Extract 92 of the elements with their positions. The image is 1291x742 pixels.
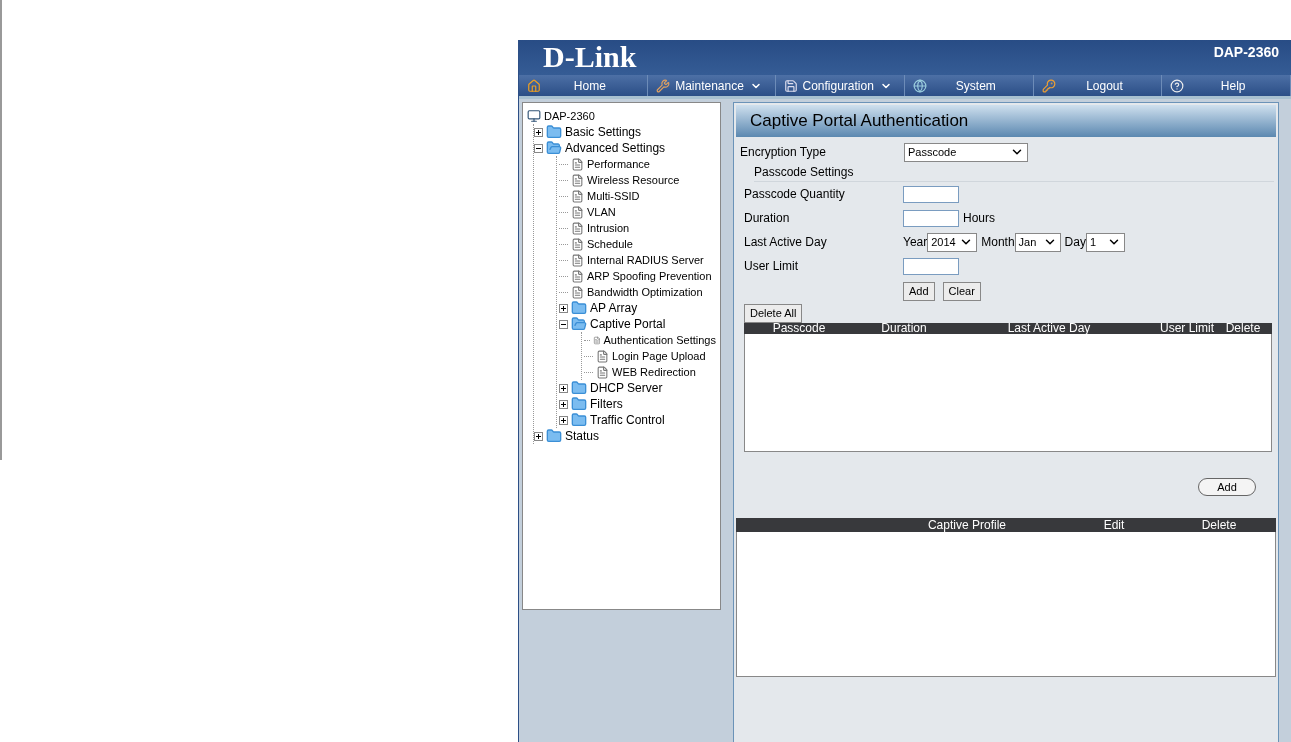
column-header: Delete [1224, 323, 1262, 334]
month-select[interactable]: Jan [1014, 232, 1061, 252]
column-header: Edit [1102, 517, 1126, 534]
folder-icon [571, 300, 587, 316]
page-icon [571, 205, 584, 219]
field-label: Duration [744, 210, 791, 227]
form-button[interactable]: Clear [942, 281, 981, 301]
nav-menu-item[interactable]: Home [519, 75, 648, 96]
tree-item[interactable]: Advanced Settings [565, 139, 666, 157]
tree-item[interactable]: VLAN [587, 203, 616, 221]
folder-icon [546, 428, 562, 444]
model-name: DAP-2360 [1213, 43, 1279, 62]
computer-icon [527, 109, 541, 123]
nav-menu-item[interactable]: Configuration [776, 75, 905, 96]
expand-toggle[interactable] [559, 399, 568, 409]
folder-icon [571, 380, 587, 396]
collapse-toggle[interactable] [534, 143, 543, 153]
page-icon [571, 173, 584, 187]
expand-toggle[interactable] [559, 383, 568, 393]
tree-item[interactable]: Wireless Resource [587, 171, 680, 189]
tree-item[interactable]: Login Page Upload [612, 347, 706, 365]
page-icon [596, 349, 609, 363]
tree-item[interactable]: Multi-SSID [587, 187, 640, 205]
tree-item[interactable]: Filters [590, 395, 623, 413]
unit-label: Hours [963, 210, 995, 227]
field-label: Day [1064, 234, 1086, 251]
form-button[interactable]: Add [903, 281, 935, 301]
key-icon [1041, 78, 1056, 93]
field-label: Month [981, 234, 1015, 251]
panel-title: Captive Portal Authentication [750, 110, 969, 133]
tree-item[interactable]: DAP-2360 [544, 107, 595, 125]
nav-menu-item[interactable]: Maintenance [647, 75, 777, 96]
input-field[interactable] [903, 185, 959, 203]
field-label: Last Active Day [744, 234, 828, 251]
tree-item[interactable]: Basic Settings [565, 123, 642, 141]
tree-item[interactable]: Performance [587, 155, 650, 173]
tree-item[interactable]: Status [565, 427, 600, 445]
input-field[interactable] [903, 209, 959, 227]
page-icon [571, 157, 584, 171]
field-label: User Limit [744, 258, 799, 275]
column-header: Duration [880, 323, 928, 334]
tree-item[interactable]: AP Array [590, 299, 638, 317]
column-header: Captive Profile [926, 517, 1007, 534]
collapse-toggle[interactable] [559, 319, 568, 329]
logo: D-Link [543, 41, 637, 73]
encryption-type-select[interactable]: Passcode [904, 142, 1028, 162]
page-icon [596, 365, 609, 379]
folder-icon [546, 124, 562, 140]
help-icon [1170, 78, 1185, 93]
add-button[interactable]: Add [1198, 478, 1256, 496]
column-header: User Limit [1159, 323, 1214, 334]
column-header: Last Active Day [1006, 323, 1092, 334]
nav-menu-item[interactable]: System [905, 75, 1034, 96]
globe-icon [913, 78, 927, 93]
page-icon [571, 269, 584, 283]
column-header: Passcode [771, 323, 827, 334]
tree-item[interactable]: Internal RADIUS Server [587, 251, 704, 269]
section-label: Passcode Settings [754, 163, 1274, 182]
home-icon [527, 78, 541, 93]
folder-icon [571, 412, 587, 428]
tree-item[interactable]: Authentication Settings [603, 331, 716, 349]
expand-toggle[interactable] [559, 415, 568, 425]
folder-icon [546, 140, 562, 156]
nav-menu-item[interactable]: Help [1162, 75, 1291, 96]
tree-item[interactable]: Schedule [587, 235, 633, 253]
input-field[interactable] [903, 257, 959, 275]
expand-toggle[interactable] [534, 127, 543, 137]
tree-item[interactable]: Traffic Control [590, 411, 665, 429]
nav-menu-item[interactable]: Logout [1033, 75, 1163, 96]
tree-item[interactable]: Bandwidth Optimization [587, 283, 703, 301]
tree-item[interactable]: DHCP Server [590, 379, 663, 397]
field-label: Year [903, 234, 928, 251]
folder-icon [571, 396, 587, 412]
column-header: Delete [1200, 517, 1238, 534]
tools-icon [655, 78, 670, 93]
page-icon [571, 285, 584, 299]
field-label: Encryption Type [740, 144, 827, 161]
tree-item[interactable]: Intrusion [587, 219, 630, 237]
tree-item[interactable]: WEB Redirection [612, 363, 696, 381]
page-icon [571, 189, 584, 203]
page-icon [571, 237, 584, 251]
form-button[interactable]: Delete All [744, 304, 803, 323]
field-label: Passcode Quantity [744, 186, 846, 203]
page-icon [571, 221, 584, 235]
tree-item[interactable]: Captive Portal [590, 315, 666, 333]
expand-toggle[interactable] [559, 303, 568, 313]
day-select[interactable]: 1 [1085, 232, 1125, 252]
tree-item[interactable]: ARP Spoofing Prevention [587, 267, 712, 285]
year-select[interactable]: 2014 [927, 232, 978, 252]
folder-icon [571, 316, 587, 332]
expand-toggle[interactable] [534, 431, 543, 441]
page-icon [571, 253, 584, 267]
